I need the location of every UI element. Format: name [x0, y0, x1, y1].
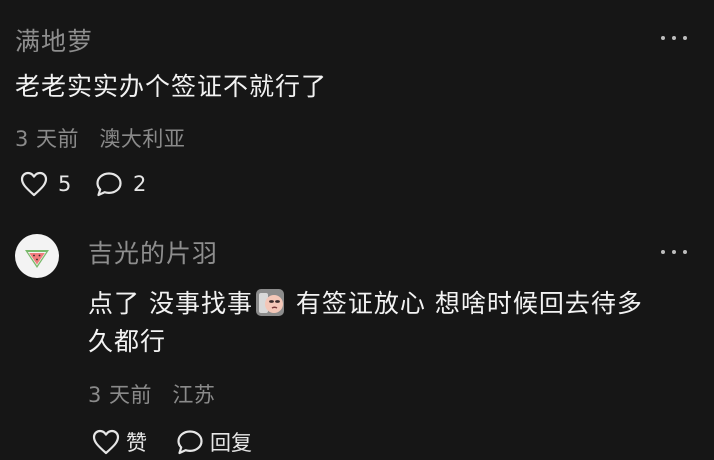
- reply-location: 江苏: [172, 383, 216, 407]
- comment-text: 老老实实办个签证不就行了: [15, 72, 328, 101]
- reply-text-part2: 有签证放心 想啥时候回去待多: [286, 289, 643, 318]
- reply-reply-button[interactable]: 回复: [176, 427, 252, 457]
- reply-text-part1: 点了 没事找事: [88, 289, 253, 318]
- comment-like-button[interactable]: 5: [20, 171, 71, 197]
- comment-time: 3 天前: [15, 127, 80, 151]
- avatar[interactable]: [15, 234, 59, 278]
- reply-text: 点了 没事找事 有签证放心 想啥时候回去待多 久都行: [88, 285, 698, 361]
- comment-reply-count: 2: [133, 172, 147, 196]
- side-eye-emoji-sticker: [255, 289, 284, 316]
- comment-location: 澳大利亚: [99, 127, 186, 151]
- reply-text-line2: 久都行: [88, 327, 167, 356]
- comment-meta: 3 天前 澳大利亚: [15, 123, 185, 153]
- comment-reply-button[interactable]: 2: [95, 171, 146, 197]
- comment-more-button[interactable]: [661, 36, 687, 40]
- comment-like-count: 5: [58, 172, 72, 196]
- reply-meta: 3 天前 江苏: [88, 379, 215, 409]
- heart-outline-icon: [20, 171, 48, 197]
- more-dots-icon: [661, 36, 665, 40]
- reply-time: 3 天前: [88, 383, 153, 407]
- reply-like-button[interactable]: 赞: [92, 427, 147, 457]
- watermelon-avatar: [25, 250, 49, 268]
- reply-like-label: 赞: [126, 431, 147, 455]
- reply-username[interactable]: 吉光的片羽: [88, 234, 218, 270]
- comment-username[interactable]: 满地萝: [15, 22, 93, 58]
- speech-bubble-icon: [177, 430, 203, 455]
- reply-more-button[interactable]: [661, 250, 687, 254]
- speech-bubble-icon: [96, 172, 122, 197]
- heart-outline-icon: [92, 429, 120, 455]
- reply-reply-label: 回复: [210, 431, 252, 455]
- more-dots-icon: [661, 250, 665, 254]
